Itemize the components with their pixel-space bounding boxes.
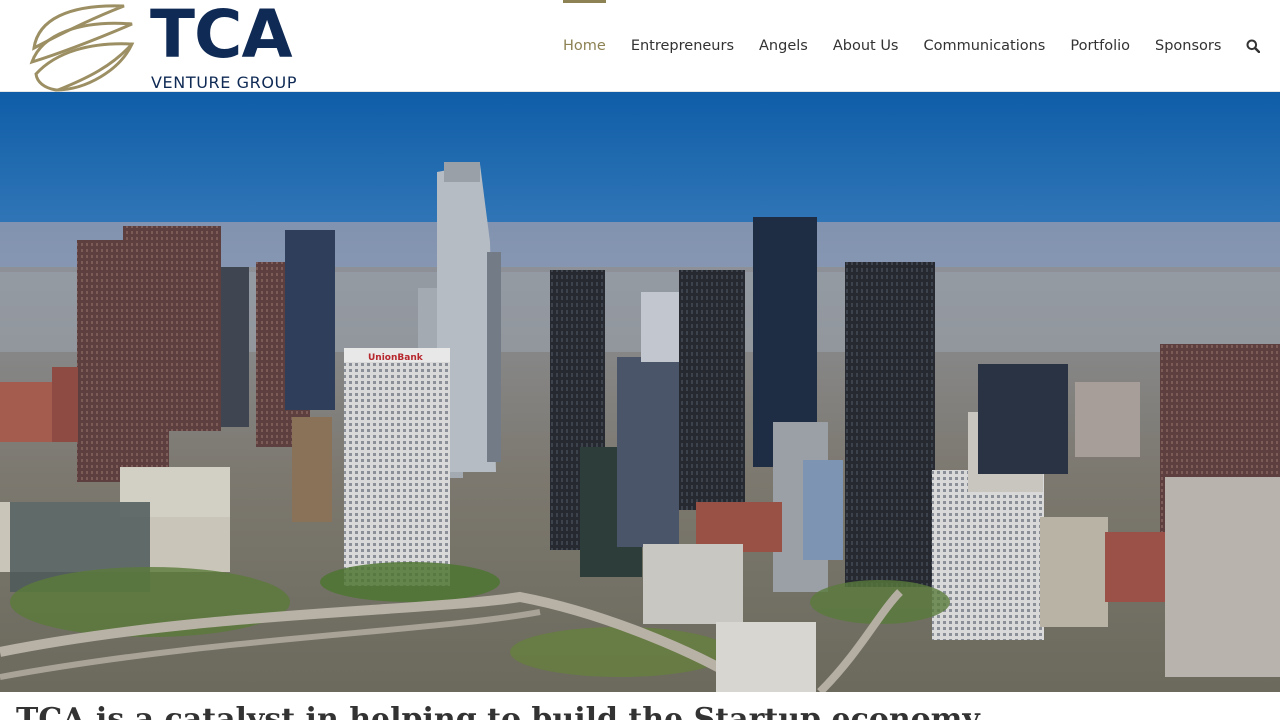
nav-item-home[interactable]: Home xyxy=(563,0,606,92)
nav-item-about-us[interactable]: About Us xyxy=(833,0,899,92)
nav-item-sponsors[interactable]: Sponsors xyxy=(1155,0,1221,92)
logo-text: TCA xyxy=(150,0,293,73)
page-headline: TCA is a catalyst in helping to build th… xyxy=(16,702,980,720)
logo-leaf-icon xyxy=(29,4,135,92)
logo-link[interactable]: TCA VENTURE GROUP xyxy=(28,0,318,92)
nav-item-angels[interactable]: Angels xyxy=(759,0,808,92)
nav-item-communications[interactable]: Communications xyxy=(924,0,1046,92)
hero-image: UnionBank xyxy=(0,92,1280,692)
unionbank-sign: UnionBank xyxy=(368,353,424,363)
nav-item-portfolio[interactable]: Portfolio xyxy=(1070,0,1130,92)
nav-item-entrepreneurs[interactable]: Entrepreneurs xyxy=(631,0,734,92)
site-header: TCA VENTURE GROUP Home Entrepreneurs Ang… xyxy=(0,0,1280,92)
city-skyline-illustration: UnionBank xyxy=(0,92,1280,692)
logo-subtitle: VENTURE GROUP xyxy=(151,73,298,92)
main-nav: Home Entrepreneurs Angels About Us Commu… xyxy=(563,0,1261,92)
search-icon[interactable] xyxy=(1246,0,1261,92)
